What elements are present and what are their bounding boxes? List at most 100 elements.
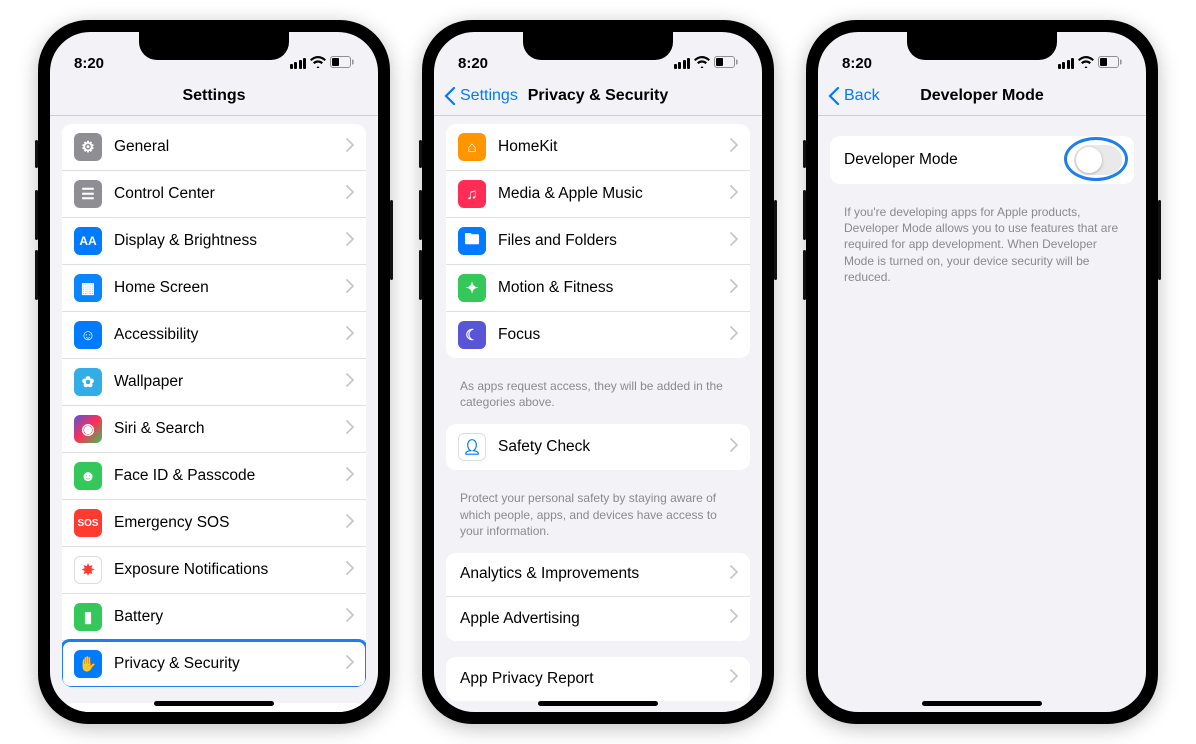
row-label: Accessibility xyxy=(114,326,346,344)
footer-access-text: As apps request access, they will be add… xyxy=(446,374,750,424)
row-label: Control Center xyxy=(114,185,346,203)
row-label: Battery xyxy=(114,608,346,626)
row-privacy-security[interactable]: ✋ Privacy & Security xyxy=(62,641,366,687)
row-safety-check[interactable]: 👤︎ Safety Check xyxy=(446,424,750,470)
battery-icon xyxy=(1098,55,1122,72)
sos-icon: SOS xyxy=(74,509,102,537)
row-siri-search[interactable]: ◉ Siri & Search xyxy=(62,406,366,453)
gear-icon: ⚙︎ xyxy=(74,133,102,161)
accessibility-icon: ☺︎ xyxy=(74,321,102,349)
notch xyxy=(523,32,673,60)
row-apple-advertising[interactable]: Apple Advertising xyxy=(446,597,750,641)
grid-icon: ▦ xyxy=(74,274,102,302)
highlight-circle xyxy=(1064,137,1128,181)
chevron-right-icon xyxy=(346,608,354,627)
moon-icon: ☾ xyxy=(458,321,486,349)
chevron-right-icon xyxy=(346,232,354,251)
back-button[interactable]: Back xyxy=(828,87,880,105)
nav-bar: Settings Privacy & Security xyxy=(434,76,762,116)
nav-bar: Settings xyxy=(50,76,378,116)
chevron-right-icon xyxy=(730,138,738,157)
devmode-group: Developer Mode xyxy=(830,136,1134,184)
row-analytics[interactable]: Analytics & Improvements xyxy=(446,553,750,597)
row-label: Face ID & Passcode xyxy=(114,467,346,485)
row-accessibility[interactable]: ☺︎ Accessibility xyxy=(62,312,366,359)
row-label: Files and Folders xyxy=(498,232,730,250)
row-home-screen[interactable]: ▦ Home Screen xyxy=(62,265,366,312)
row-face-id[interactable]: ☻ Face ID & Passcode xyxy=(62,453,366,500)
chevron-right-icon xyxy=(730,326,738,345)
safety-group: 👤︎ Safety Check xyxy=(446,424,750,470)
status-time: 8:20 xyxy=(842,55,872,72)
chevron-right-icon xyxy=(730,279,738,298)
row-files-folders[interactable]: 🖿 Files and Folders xyxy=(446,218,750,265)
chevron-right-icon xyxy=(730,565,738,584)
row-label: HomeKit xyxy=(498,138,730,156)
home-indicator[interactable] xyxy=(154,701,274,706)
row-homekit[interactable]: ⌂ HomeKit xyxy=(446,124,750,171)
row-label: Exposure Notifications xyxy=(114,561,346,579)
chevron-right-icon xyxy=(346,655,354,674)
phone-developer-mode: 8:20 Back Developer Mode Developer Mode xyxy=(806,20,1158,724)
faceid-icon: ☻ xyxy=(74,462,102,490)
nav-bar: Back Developer Mode xyxy=(818,76,1146,116)
row-control-center[interactable]: ☰ Control Center xyxy=(62,171,366,218)
exposure-icon: ✸ xyxy=(74,556,102,584)
chevron-right-icon xyxy=(730,438,738,457)
chevron-right-icon xyxy=(346,514,354,533)
wifi-icon xyxy=(310,55,326,72)
row-exposure-notifications[interactable]: ✸ Exposure Notifications xyxy=(62,547,366,594)
row-label: Motion & Fitness xyxy=(498,279,730,297)
row-general[interactable]: ⚙︎ General xyxy=(62,124,366,171)
notch xyxy=(907,32,1057,60)
chevron-right-icon xyxy=(346,373,354,392)
back-label: Back xyxy=(844,87,880,105)
page-title: Developer Mode xyxy=(920,87,1044,105)
chevron-right-icon xyxy=(730,669,738,688)
chevron-right-icon xyxy=(346,420,354,439)
home-indicator[interactable] xyxy=(922,701,1042,706)
status-time: 8:20 xyxy=(458,55,488,72)
row-media-apple-music[interactable]: ♫ Media & Apple Music xyxy=(446,171,750,218)
home-indicator[interactable] xyxy=(538,701,658,706)
runner-icon: ✦ xyxy=(458,274,486,302)
folder-icon: 🖿 xyxy=(458,227,486,255)
row-display-brightness[interactable]: AA Display & Brightness xyxy=(62,218,366,265)
row-label: Siri & Search xyxy=(114,420,346,438)
row-emergency-sos[interactable]: SOS Emergency SOS xyxy=(62,500,366,547)
row-focus[interactable]: ☾ Focus xyxy=(446,312,750,358)
music-icon: ♫ xyxy=(458,180,486,208)
chevron-right-icon xyxy=(346,279,354,298)
cellular-icon xyxy=(674,58,691,69)
chevron-right-icon xyxy=(346,138,354,157)
hand-raised-icon: ✋ xyxy=(74,650,102,678)
page-title: Settings xyxy=(182,87,245,105)
back-label: Settings xyxy=(460,87,518,105)
chevron-right-icon xyxy=(730,609,738,628)
row-label: Emergency SOS xyxy=(114,514,346,532)
chevron-right-icon xyxy=(730,185,738,204)
status-time: 8:20 xyxy=(74,55,104,72)
row-label: Apple Advertising xyxy=(460,610,730,628)
privacy-report-group: App Privacy Report xyxy=(446,657,750,701)
row-label: Analytics & Improvements xyxy=(460,565,730,583)
notch xyxy=(139,32,289,60)
page-title: Privacy & Security xyxy=(528,87,669,105)
row-label: Safety Check xyxy=(498,438,730,456)
wifi-icon xyxy=(694,55,710,72)
footer-safety-text: Protect your personal safety by staying … xyxy=(446,486,750,553)
back-button[interactable]: Settings xyxy=(444,87,518,105)
chevron-right-icon xyxy=(346,467,354,486)
row-label: Wallpaper xyxy=(114,373,346,391)
row-label: Media & Apple Music xyxy=(498,185,730,203)
row-label: Display & Brightness xyxy=(114,232,346,250)
row-app-privacy-report[interactable]: App Privacy Report xyxy=(446,657,750,701)
cellular-icon xyxy=(290,58,307,69)
row-wallpaper[interactable]: ✿ Wallpaper xyxy=(62,359,366,406)
row-motion-fitness[interactable]: ✦ Motion & Fitness xyxy=(446,265,750,312)
row-battery[interactable]: ▮ Battery xyxy=(62,594,366,641)
battery-icon xyxy=(714,55,738,72)
sliders-icon: ☰ xyxy=(74,180,102,208)
phone-settings: 8:20 Settings ⚙︎ General ☰ Control Cente… xyxy=(38,20,390,724)
wallpaper-icon: ✿ xyxy=(74,368,102,396)
